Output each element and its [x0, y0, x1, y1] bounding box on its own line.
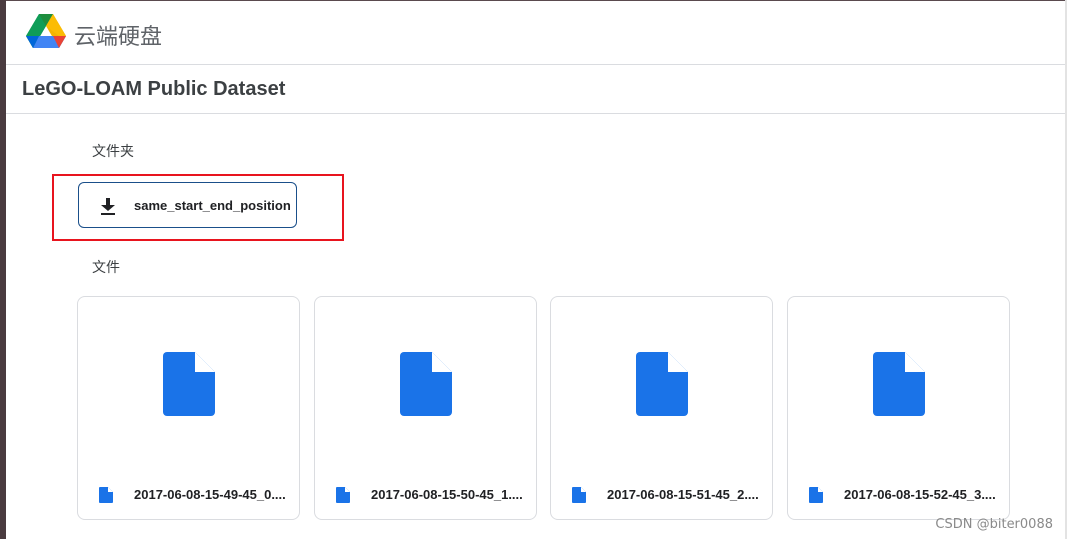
file-icon [99, 487, 113, 503]
folder-name: same_start_end_position [134, 198, 291, 213]
google-drive-logo-icon[interactable] [26, 13, 66, 49]
file-icon [400, 352, 452, 416]
download-icon [101, 198, 115, 215]
file-icon [636, 352, 688, 416]
file-card[interactable]: 2017-06-08-15-50-45_1.... [314, 296, 537, 520]
title-bar: LeGO-LOAM Public Dataset [6, 65, 1065, 114]
file-name: 2017-06-08-15-51-45_2.... [607, 487, 759, 502]
watermark: CSDN @biter0088 [935, 517, 1053, 532]
files-section-label: 文件 [92, 260, 120, 276]
file-icon [336, 487, 350, 503]
file-card[interactable]: 2017-06-08-15-51-45_2.... [550, 296, 773, 520]
file-icon [809, 487, 823, 503]
drive-page: 云端硬盘 LeGO-LOAM Public Dataset 文件夹 same_s… [0, 0, 1067, 539]
app-name[interactable]: 云端硬盘 [74, 19, 162, 51]
file-card[interactable]: 2017-06-08-15-49-45_0.... [77, 296, 300, 520]
page-title: LeGO-LOAM Public Dataset [22, 78, 286, 100]
file-icon [572, 487, 586, 503]
file-icon [873, 352, 925, 416]
file-name: 2017-06-08-15-50-45_1.... [371, 487, 523, 502]
file-card[interactable]: 2017-06-08-15-52-45_3.... [787, 296, 1010, 520]
file-name: 2017-06-08-15-49-45_0.... [134, 487, 286, 502]
file-icon [163, 352, 215, 416]
folders-section-label: 文件夹 [92, 144, 134, 160]
folder-item-same-start-end-position[interactable]: same_start_end_position [78, 182, 297, 228]
app-header: 云端硬盘 [6, 1, 1065, 65]
file-name: 2017-06-08-15-52-45_3.... [844, 487, 996, 502]
